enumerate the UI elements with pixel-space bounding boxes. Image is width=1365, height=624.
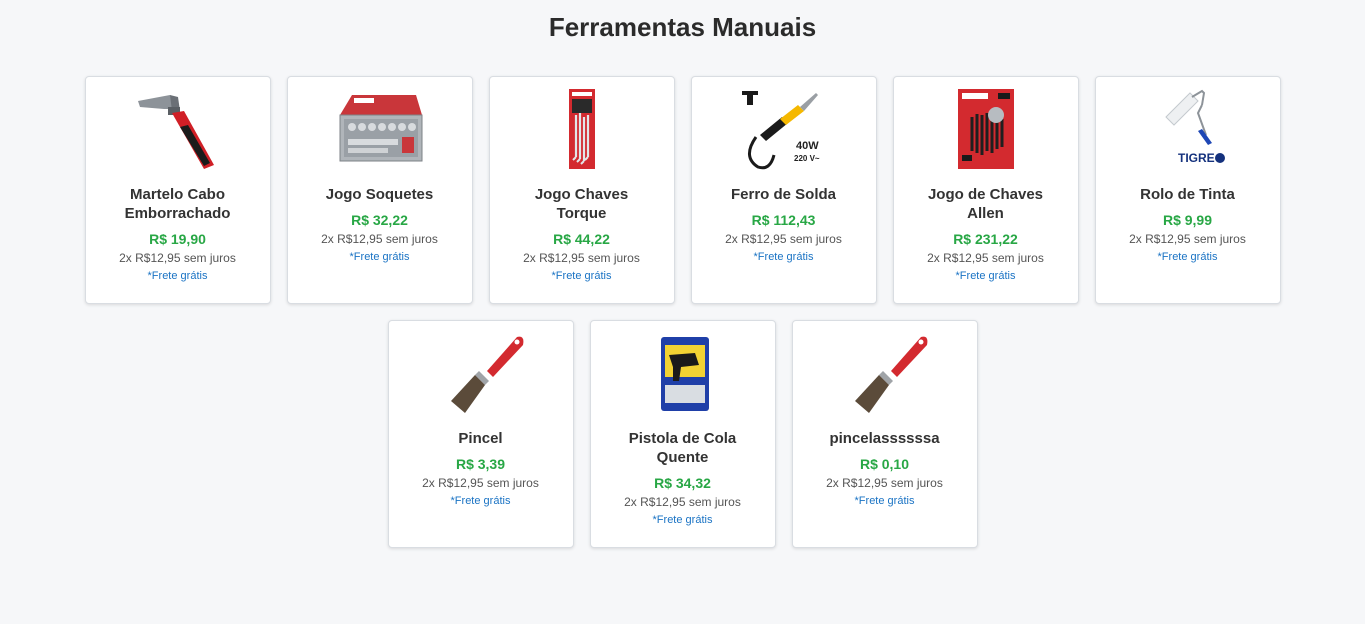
product-name: Pincel: [458, 430, 503, 447]
product-card-jogo-soquetes[interactable]: Jogo Soquetes R$ 32,22 2x R$12,95 sem ju…: [286, 76, 473, 304]
product-installments: 2x R$12,95 sem juros: [624, 495, 741, 509]
free-shipping-note: *Frete grátis: [652, 514, 713, 526]
product-price: R$ 112,43: [751, 212, 816, 228]
free-shipping-note: *Frete grátis: [450, 495, 511, 507]
paintbrush-image: [450, 336, 523, 413]
product-name: Jogo de Chaves Allen: [927, 186, 1044, 222]
product-card-pistola-de-cola-quente[interactable]: Pistola de Cola Quente R$ 34,32 2x R$12,…: [589, 320, 776, 548]
product-installments: 2x R$12,95 sem juros: [422, 476, 539, 490]
product-card-martelo[interactable]: Martelo Cabo Emborrachado R$ 19,90 2x R$…: [84, 76, 271, 304]
product-card-jogo-chaves-allen[interactable]: Jogo de Chaves Allen R$ 231,22 2x R$12,9…: [892, 76, 1079, 304]
product-installments: 2x R$12,95 sem juros: [119, 251, 236, 265]
free-shipping-note: *Frete grátis: [1157, 251, 1218, 263]
product-price: R$ 19,90: [149, 231, 206, 247]
socket-set-image: [339, 95, 422, 162]
product-name: Jogo Chaves Torque: [534, 186, 629, 222]
product-price: R$ 3,39: [455, 456, 506, 472]
page-title: Ferramentas Manuais: [548, 12, 817, 42]
free-shipping-note: *Frete grátis: [753, 251, 814, 263]
product-name: Ferro de Solda: [730, 186, 837, 203]
brand-label: TIGRE: [1178, 151, 1215, 165]
voltage-label: 220 V~: [794, 154, 820, 163]
product-card-pincel[interactable]: Pincel R$ 3,39 2x R$12,95 sem juros *Fre…: [387, 320, 574, 548]
free-shipping-note: *Frete grátis: [955, 270, 1016, 282]
product-row-1: Martelo Cabo Emborrachado R$ 19,90 2x R$…: [0, 76, 1365, 304]
soldering-iron-image: 40W 220 V~: [741, 91, 820, 170]
product-name: Rolo de Tinta: [1140, 186, 1235, 203]
product-name: Martelo Cabo Emborrachado: [124, 186, 231, 222]
free-shipping-note: *Frete grátis: [551, 270, 612, 282]
product-price: R$ 44,22: [553, 231, 610, 247]
product-card-rolo-de-tinta[interactable]: TIGRE Rolo de Tinta R$ 9,99 2x R$12,95 s…: [1094, 76, 1281, 304]
product-installments: 2x R$12,95 sem juros: [523, 251, 640, 265]
wattage-label: 40W: [796, 140, 819, 152]
torx-keys-image: [568, 89, 595, 169]
product-grid: Martelo Cabo Emborrachado R$ 19,90 2x R$…: [0, 76, 1365, 564]
product-price: R$ 34,32: [654, 475, 711, 491]
allen-keys-image: [957, 89, 1014, 169]
product-price: R$ 0,10: [859, 456, 910, 472]
product-name: Pistola de Cola Quente: [628, 430, 737, 466]
glue-gun-image: [660, 337, 709, 411]
hammer-image: [137, 95, 214, 169]
product-price: R$ 32,22: [351, 212, 408, 228]
product-name: pincelassssssa: [829, 430, 940, 447]
paint-roller-image: TIGRE: [1164, 89, 1225, 165]
product-card-ferro-de-solda[interactable]: 40W 220 V~ Ferro de Solda R$ 112,43 2x R…: [690, 76, 877, 304]
free-shipping-note: *Frete grátis: [854, 495, 915, 507]
product-card-jogo-chaves-torque[interactable]: Jogo Chaves Torque R$ 44,22 2x R$12,95 s…: [488, 76, 675, 304]
product-installments: 2x R$12,95 sem juros: [1129, 232, 1246, 246]
paintbrush-image: [854, 336, 927, 413]
product-installments: 2x R$12,95 sem juros: [725, 232, 842, 246]
product-price: R$ 231,22: [953, 231, 1018, 247]
product-price: R$ 9,99: [1162, 212, 1213, 228]
product-installments: 2x R$12,95 sem juros: [826, 476, 943, 490]
product-name: Jogo Soquetes: [325, 186, 434, 203]
free-shipping-note: *Frete grátis: [349, 251, 410, 263]
product-installments: 2x R$12,95 sem juros: [927, 251, 1044, 265]
product-row-2: Pincel R$ 3,39 2x R$12,95 sem juros *Fre…: [0, 320, 1365, 548]
product-installments: 2x R$12,95 sem juros: [321, 232, 438, 246]
product-card-pincelassssssa[interactable]: pincelassssssa R$ 0,10 2x R$12,95 sem ju…: [791, 320, 978, 548]
free-shipping-note: *Frete grátis: [147, 270, 208, 282]
